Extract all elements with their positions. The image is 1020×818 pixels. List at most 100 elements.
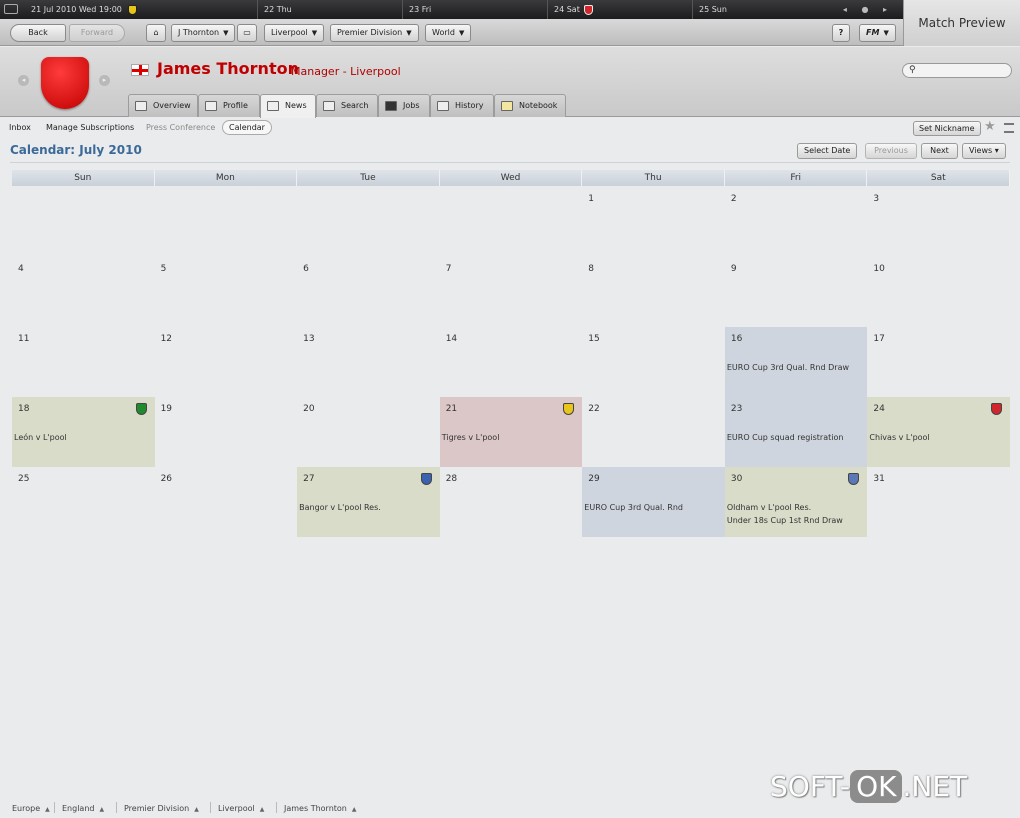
calendar-day-cell[interactable]: 18 León v L'pool bbox=[12, 397, 155, 467]
previous-button[interactable]: Previous bbox=[865, 143, 917, 159]
calendar-day-cell[interactable]: 27 Bangor v L'pool Res. bbox=[297, 467, 440, 537]
home-button[interactable]: ⌂ bbox=[146, 24, 166, 42]
day-number: 2 bbox=[730, 194, 737, 204]
club-menu[interactable]: Liverpool ▼ bbox=[264, 24, 325, 42]
keyboard-icon[interactable] bbox=[4, 4, 18, 14]
calendar-day-cell[interactable]: 24 Chivas v L'pool bbox=[867, 397, 1010, 467]
tab-label: Notebook bbox=[519, 101, 558, 110]
calendar-day-cell[interactable]: 12 bbox=[155, 327, 298, 397]
next-arrow-icon[interactable]: ▸ bbox=[99, 75, 110, 86]
breadcrumb-item[interactable]: Premier Division ▲ bbox=[124, 804, 199, 813]
select-date-button[interactable]: Select Date bbox=[797, 143, 858, 159]
tab-history[interactable]: History bbox=[430, 94, 494, 117]
calendar-day-cell[interactable]: 19 bbox=[155, 397, 298, 467]
calendar-day-cell[interactable]: 20 bbox=[297, 397, 440, 467]
subnav-press-conference[interactable]: Press Conference bbox=[146, 123, 215, 132]
back-button[interactable]: Back bbox=[10, 24, 66, 42]
calendar-day-cell[interactable]: 4 bbox=[12, 257, 155, 327]
calendar-event[interactable]: León v L'pool bbox=[14, 431, 67, 444]
tab-jobs[interactable]: Jobs bbox=[378, 94, 430, 117]
calendar-day-cell[interactable]: 22 bbox=[582, 397, 725, 467]
calendar-event[interactable]: EURO Cup 3rd Qual. Rnd Draw bbox=[727, 361, 849, 374]
calendar-day-cell[interactable]: 30 Oldham v L'pool Res. Under 18s Cup 1st … bbox=[724, 467, 868, 537]
manager-menu[interactable]: J Thornton ▼ bbox=[171, 24, 236, 42]
day-number: 11 bbox=[18, 334, 30, 344]
breadcrumb-item[interactable]: Europe ▲ bbox=[12, 804, 50, 813]
views-menu[interactable]: Views ▾ bbox=[962, 143, 1006, 159]
chevron-down-icon: ▼ bbox=[883, 29, 889, 37]
club-crest[interactable] bbox=[41, 57, 89, 109]
calendar-day-cell[interactable]: 1 bbox=[582, 187, 725, 257]
weekday-header: Tue bbox=[297, 170, 440, 186]
weekday-header: Thu bbox=[582, 170, 725, 186]
add-to-list-icon[interactable] bbox=[1004, 123, 1014, 133]
fm-menu[interactable]: FM ▼ bbox=[859, 24, 896, 42]
calendar-day-cell[interactable]: 13 bbox=[297, 327, 440, 397]
opponent-badge-icon bbox=[990, 403, 1002, 415]
calendar-day-cell[interactable]: 11 bbox=[12, 327, 155, 397]
opponent-badge-icon bbox=[563, 403, 575, 415]
breadcrumb-item[interactable]: Liverpool ▲ bbox=[218, 804, 264, 813]
timeline-current-time: Wed 19:00 bbox=[78, 5, 122, 14]
subnav-inbox[interactable]: Inbox bbox=[9, 123, 31, 132]
calendar-day-cell[interactable]: 31 bbox=[867, 467, 1010, 537]
calendar-event[interactable]: Under 18s Cup 1st Rnd Draw bbox=[727, 514, 843, 527]
day-number: 22 bbox=[588, 404, 600, 414]
subnav-manage-subscriptions[interactable]: Manage Subscriptions bbox=[46, 123, 134, 132]
breadcrumb-item[interactable]: James Thornton ▲ bbox=[284, 804, 356, 813]
calendar-day-cell[interactable]: 2 bbox=[725, 187, 868, 257]
calendar-day-cell[interactable]: 14 bbox=[440, 327, 583, 397]
previous-arrow-icon[interactable]: ◂ bbox=[18, 75, 29, 86]
timeline-day[interactable]: 23 Fri bbox=[402, 0, 431, 19]
calendar-day-cell[interactable]: 9 bbox=[725, 257, 868, 327]
calendar-day-cell[interactable]: 16 EURO Cup 3rd Qual. Rnd Draw bbox=[724, 327, 868, 397]
calendar-event[interactable]: EURO Cup 3rd Qual. Rnd bbox=[584, 501, 683, 514]
divider bbox=[10, 162, 1010, 163]
calendar-day-cell[interactable]: 26 bbox=[155, 467, 298, 537]
calendar-day-cell[interactable]: 8 bbox=[582, 257, 725, 327]
inbox-button[interactable]: ▭ bbox=[237, 24, 257, 42]
chevron-down-icon: ▼ bbox=[223, 29, 229, 37]
timeline-controls[interactable]: ◂ ● ▸ bbox=[843, 0, 893, 19]
match-preview-button[interactable]: Match Preview bbox=[903, 0, 1020, 46]
calendar-day-cell[interactable]: 5 bbox=[155, 257, 298, 327]
calendar-event[interactable]: Tigres v L'pool bbox=[442, 431, 500, 444]
calendar-day-cell[interactable]: 15 bbox=[582, 327, 725, 397]
timeline-day[interactable]: 24 Sat bbox=[547, 0, 593, 19]
calendar-day-cell[interactable]: 17 bbox=[867, 327, 1010, 397]
calendar-day-cell[interactable]: 7 bbox=[440, 257, 583, 327]
tab-profile[interactable]: Profile bbox=[198, 94, 260, 117]
star-icon[interactable]: ★ bbox=[984, 119, 996, 134]
manager-role[interactable]: Manager - Liverpool bbox=[291, 65, 401, 78]
set-nickname-button[interactable]: Set Nickname bbox=[913, 121, 981, 136]
breadcrumb-item[interactable]: England ▲ bbox=[62, 804, 104, 813]
opponent-badge-icon bbox=[135, 403, 147, 415]
calendar-event[interactable]: Chivas v L'pool bbox=[869, 431, 929, 444]
calendar-day-cell[interactable]: 21 Tigres v L'pool bbox=[439, 397, 583, 467]
tab-search[interactable]: Search bbox=[316, 94, 378, 117]
search-people-icon bbox=[323, 101, 335, 111]
calendar-event[interactable]: Bangor v L'pool Res. bbox=[299, 501, 381, 514]
tab-news[interactable]: News bbox=[260, 94, 316, 118]
search-input[interactable]: ⚲ bbox=[902, 63, 1012, 78]
calendar-day-cell[interactable]: 25 bbox=[12, 467, 155, 537]
calendar-event[interactable]: Oldham v L'pool Res. bbox=[727, 501, 843, 514]
calendar-day-cell[interactable]: 28 bbox=[440, 467, 583, 537]
calendar-day-cell[interactable]: 3 bbox=[867, 187, 1010, 257]
division-menu[interactable]: Premier Division ▼ bbox=[330, 24, 419, 42]
subnav-calendar[interactable]: Calendar bbox=[222, 120, 272, 135]
calendar-day-cell[interactable]: 10 bbox=[867, 257, 1010, 327]
calendar-day-cell[interactable]: 29 EURO Cup 3rd Qual. Rnd bbox=[582, 467, 725, 537]
next-button[interactable]: Next bbox=[921, 143, 958, 159]
world-menu[interactable]: World ▼ bbox=[425, 24, 472, 42]
tab-overview[interactable]: Overview bbox=[128, 94, 198, 117]
timeline-day[interactable]: 25 Sun bbox=[692, 0, 727, 19]
calendar-event[interactable]: EURO Cup squad registration bbox=[727, 431, 844, 444]
calendar-day-cell[interactable]: 6 bbox=[297, 257, 440, 327]
calendar-day-cell[interactable]: 23 EURO Cup squad registration bbox=[724, 397, 868, 467]
forward-button[interactable]: Forward bbox=[69, 24, 125, 42]
timeline-day[interactable]: 22 Thu bbox=[257, 0, 292, 19]
tab-notebook[interactable]: Notebook bbox=[494, 94, 566, 117]
breadcrumb-label: England bbox=[62, 804, 95, 813]
help-button[interactable]: ? bbox=[832, 24, 850, 42]
